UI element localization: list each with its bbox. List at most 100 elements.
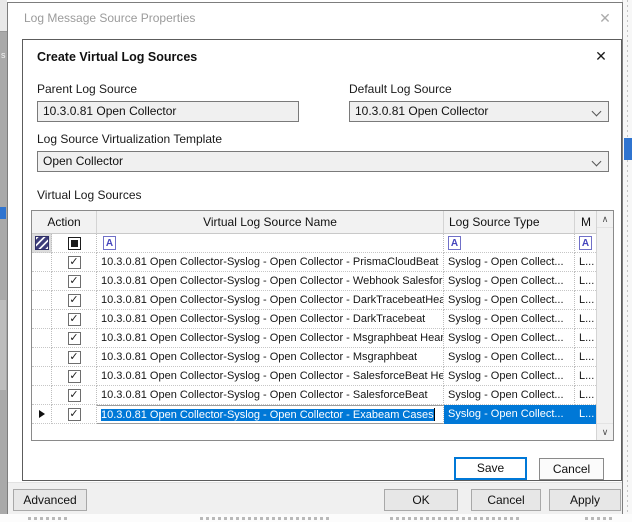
filter-action-cell[interactable]	[52, 234, 97, 253]
row-indicator-cell[interactable]	[32, 272, 52, 291]
hatch-filter-icon[interactable]	[35, 236, 49, 250]
row-type-cell[interactable]: Syslog - Open Collect...	[444, 329, 575, 348]
row-action-cell[interactable]: ✓	[52, 348, 97, 367]
chevron-down-icon	[592, 107, 602, 117]
ok-button[interactable]: OK	[384, 489, 458, 511]
table-row[interactable]: ✓ 10.3.0.81 Open Collector-Syslog - Open…	[32, 386, 596, 405]
filter-m-cell[interactable]: A	[575, 234, 598, 253]
advanced-button[interactable]: Advanced	[13, 489, 87, 511]
virtualization-template-select[interactable]: Open Collector	[37, 151, 609, 172]
row-m-cell[interactable]: L...	[575, 386, 598, 405]
row-checkbox[interactable]: ✓	[68, 313, 81, 326]
default-log-source-value: 10.3.0.81 Open Collector	[355, 104, 488, 118]
row-m-cell[interactable]: L...	[575, 348, 598, 367]
background-window-bottom-edge	[0, 514, 632, 522]
row-action-cell[interactable]: ✓	[52, 386, 97, 405]
row-m-cell[interactable]: L...	[575, 253, 598, 272]
row-action-cell[interactable]: ✓	[52, 367, 97, 386]
outer-close-icon[interactable]: ✕	[594, 7, 616, 29]
row-type-cell[interactable]: Syslog - Open Collect...	[444, 272, 575, 291]
column-header-name[interactable]: Virtual Log Source Name	[97, 211, 444, 234]
text-caret	[434, 408, 435, 421]
row-type-cell[interactable]: Syslog - Open Collect...	[444, 367, 575, 386]
table-row[interactable]: ✓ 10.3.0.81 Open Collector-Syslog - Open…	[32, 291, 596, 310]
row-name-cell[interactable]: 10.3.0.81 Open Collector-Syslog - Open C…	[97, 348, 444, 367]
row-action-cell[interactable]: ✓	[52, 310, 97, 329]
text-filter-icon[interactable]: A	[579, 236, 592, 250]
row-type-cell[interactable]: Syslog - Open Collect...	[444, 386, 575, 405]
row-type-cell[interactable]: Syslog - Open Collect...	[444, 253, 575, 272]
table-row[interactable]: ✓ 10.3.0.81 Open Collector-Syslog - Open…	[32, 329, 596, 348]
text-filter-icon[interactable]: A	[103, 236, 116, 250]
row-name-cell[interactable]: 10.3.0.81 Open Collector-Syslog - Open C…	[97, 367, 444, 386]
row-name-cell[interactable]: 10.3.0.81 Open Collector-Syslog - Open C…	[97, 329, 444, 348]
row-name-cell[interactable]: 10.3.0.81 Open Collector-Syslog - Open C…	[97, 272, 444, 291]
table-row[interactable]: ✓ 10.3.0.81 Open Collector-Syslog - Open…	[32, 405, 596, 424]
row-indicator-cell[interactable]	[32, 253, 52, 272]
row-checkbox[interactable]: ✓	[68, 408, 81, 421]
row-name-cell[interactable]: 10.3.0.81 Open Collector-Syslog - Open C…	[97, 253, 444, 272]
parent-log-source-field[interactable]: 10.3.0.81 Open Collector	[37, 101, 299, 122]
default-log-source-select[interactable]: 10.3.0.81 Open Collector	[349, 101, 609, 122]
text-filter-icon[interactable]: A	[448, 236, 461, 250]
outer-titlebar[interactable]: Log Message Source Properties ✕	[8, 3, 622, 33]
column-header-action[interactable]: Action	[32, 211, 97, 234]
scroll-up-icon[interactable]: ∧	[597, 211, 613, 228]
filter-select-all-cell[interactable]	[32, 234, 52, 253]
column-header-type[interactable]: Log Source Type	[444, 211, 575, 234]
inner-cancel-button[interactable]: Cancel	[539, 458, 604, 480]
row-m-cell[interactable]: L...	[575, 310, 598, 329]
row-m-cell[interactable]: L...	[575, 272, 598, 291]
save-button[interactable]: Save	[454, 457, 527, 480]
row-indicator-cell[interactable]	[32, 367, 52, 386]
log-message-source-properties-dialog: Log Message Source Properties ✕ Advanced…	[7, 2, 623, 514]
outer-cancel-button[interactable]: Cancel	[471, 489, 541, 511]
grid-vertical-scrollbar[interactable]: ∧ ∨	[596, 211, 613, 440]
table-row[interactable]: ✓ 10.3.0.81 Open Collector-Syslog - Open…	[32, 367, 596, 386]
row-indicator-cell[interactable]	[32, 386, 52, 405]
row-type-cell[interactable]: Syslog - Open Collect...	[444, 291, 575, 310]
row-name-cell[interactable]: 10.3.0.81 Open Collector-Syslog - Open C…	[97, 386, 444, 405]
row-checkbox[interactable]: ✓	[68, 275, 81, 288]
row-indicator-cell[interactable]	[32, 405, 52, 424]
row-checkbox[interactable]: ✓	[68, 294, 81, 307]
inner-close-icon[interactable]: ✕	[591, 46, 611, 66]
table-row[interactable]: ✓ 10.3.0.81 Open Collector-Syslog - Open…	[32, 310, 596, 329]
scroll-down-icon[interactable]: ∨	[597, 423, 613, 440]
table-row[interactable]: ✓ 10.3.0.81 Open Collector-Syslog - Open…	[32, 348, 596, 367]
row-m-cell[interactable]: L...	[575, 405, 598, 424]
row-indicator-cell[interactable]	[32, 329, 52, 348]
background-window-right-edge	[622, 0, 632, 522]
row-name-cell[interactable]: 10.3.0.81 Open Collector-Syslog - Open C…	[97, 405, 444, 424]
row-m-cell[interactable]: L...	[575, 291, 598, 310]
table-row[interactable]: ✓ 10.3.0.81 Open Collector-Syslog - Open…	[32, 253, 596, 272]
indeterminate-checkbox-icon[interactable]	[68, 237, 81, 250]
apply-button[interactable]: Apply	[549, 489, 621, 511]
row-indicator-cell[interactable]	[32, 291, 52, 310]
filter-type-cell[interactable]: A	[444, 234, 575, 253]
row-indicator-cell[interactable]	[32, 348, 52, 367]
row-checkbox[interactable]: ✓	[68, 351, 81, 364]
row-action-cell[interactable]: ✓	[52, 253, 97, 272]
row-checkbox[interactable]: ✓	[68, 389, 81, 402]
row-indicator-cell[interactable]	[32, 310, 52, 329]
row-action-cell[interactable]: ✓	[52, 329, 97, 348]
row-name-cell[interactable]: 10.3.0.81 Open Collector-Syslog - Open C…	[97, 291, 444, 310]
column-header-m[interactable]: M	[575, 211, 598, 234]
row-type-cell[interactable]: Syslog - Open Collect...	[444, 405, 575, 424]
table-row[interactable]: ✓ 10.3.0.81 Open Collector-Syslog - Open…	[32, 272, 596, 291]
default-log-source-label: Default Log Source	[349, 82, 452, 96]
row-action-cell[interactable]: ✓	[52, 291, 97, 310]
virtual-log-sources-grid: Action Virtual Log Source Name Log Sourc…	[31, 210, 614, 441]
filter-name-cell[interactable]: A	[97, 234, 444, 253]
row-checkbox[interactable]: ✓	[68, 332, 81, 345]
row-type-cell[interactable]: Syslog - Open Collect...	[444, 310, 575, 329]
row-checkbox[interactable]: ✓	[68, 256, 81, 269]
row-action-cell[interactable]: ✓	[52, 272, 97, 291]
row-name-cell[interactable]: 10.3.0.81 Open Collector-Syslog - Open C…	[97, 310, 444, 329]
row-m-cell[interactable]: L...	[575, 329, 598, 348]
row-type-cell[interactable]: Syslog - Open Collect...	[444, 348, 575, 367]
row-checkbox[interactable]: ✓	[68, 370, 81, 383]
row-m-cell[interactable]: L...	[575, 367, 598, 386]
row-action-cell[interactable]: ✓	[52, 405, 97, 424]
